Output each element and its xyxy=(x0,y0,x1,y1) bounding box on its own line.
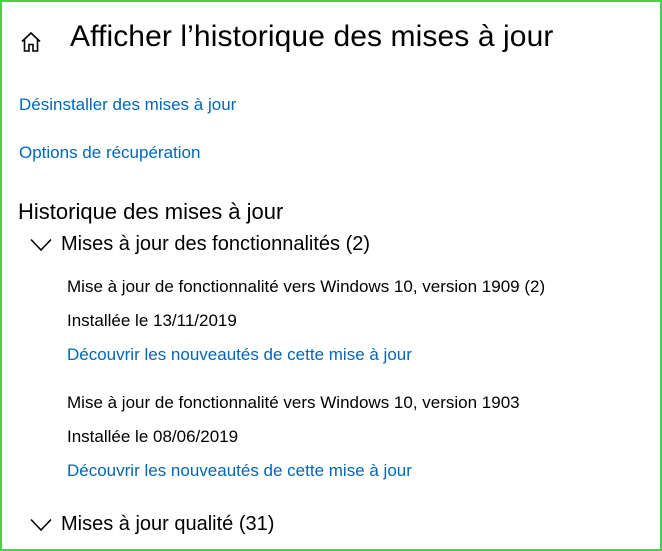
update-title: Mise à jour de fonctionnalité vers Windo… xyxy=(67,393,520,412)
update-history-heading: Historique des mises à jour xyxy=(18,199,284,224)
update-installed-date: Installée le 13/11/2019 xyxy=(67,311,237,330)
feature-updates-label: Mises à jour des fonctionnalités (2) xyxy=(61,233,371,255)
update-title: Mise à jour de fonctionnalité vers Windo… xyxy=(67,277,546,296)
chevron-down-icon xyxy=(30,518,52,531)
whats-new-link[interactable]: Découvrir les nouveautés de cette mise à… xyxy=(67,461,412,481)
home-icon[interactable] xyxy=(19,30,43,54)
uninstall-updates-link[interactable]: Désinstaller des mises à jour xyxy=(19,95,236,115)
page-title: Afficher l’historique des mises à jour xyxy=(70,20,554,53)
feature-updates-group-header[interactable]: Mises à jour des fonctionnalités (2) xyxy=(30,233,370,256)
update-installed-date: Installée le 08/06/2019 xyxy=(67,427,239,446)
chevron-down-icon xyxy=(30,238,52,251)
quality-updates-group-header[interactable]: Mises à jour qualité (31) xyxy=(30,513,274,536)
recovery-options-link[interactable]: Options de récupération xyxy=(19,143,200,163)
quality-updates-label: Mises à jour qualité (31) xyxy=(61,513,275,535)
whats-new-link[interactable]: Découvrir les nouveautés de cette mise à… xyxy=(67,345,412,365)
